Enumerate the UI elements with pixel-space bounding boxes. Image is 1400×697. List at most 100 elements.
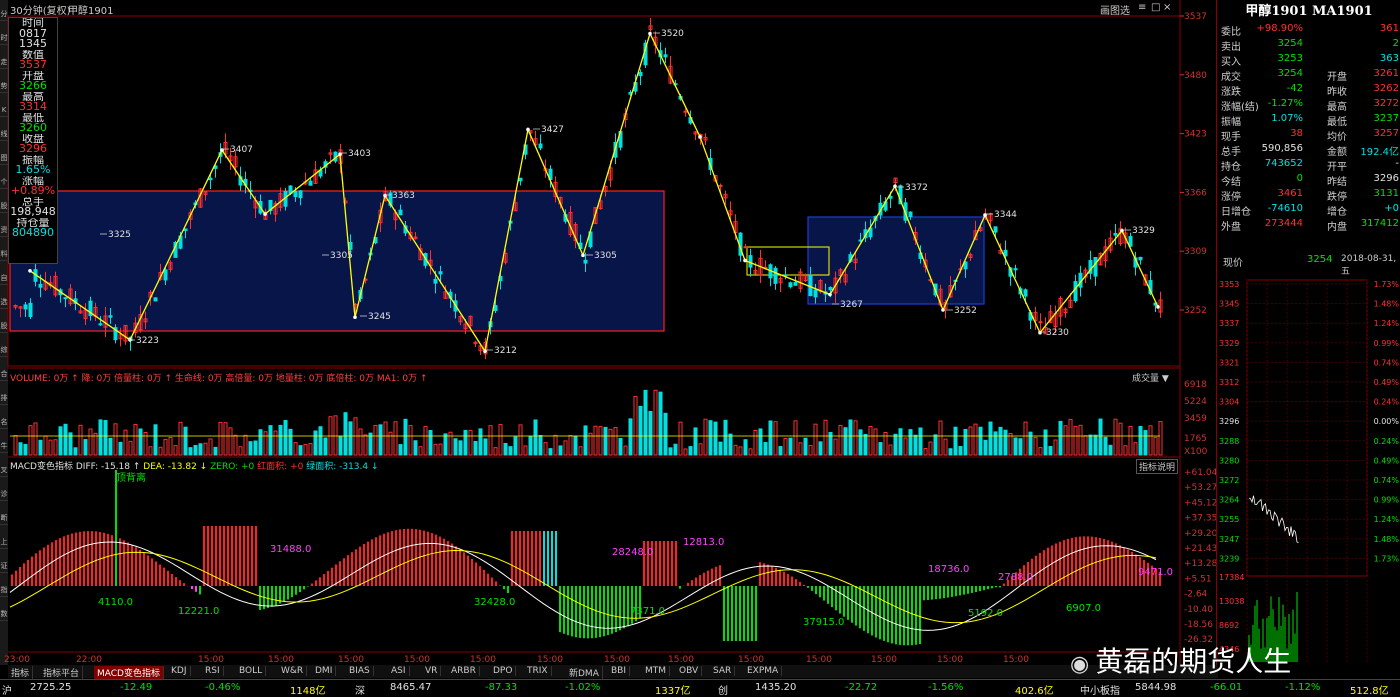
volume-bar — [533, 419, 538, 456]
pivot-dot — [263, 212, 267, 216]
num-label: 数值 — [22, 49, 44, 60]
quote-label-2: 内盘 — [1327, 222, 1347, 233]
zx-value: 5844.98 — [1135, 682, 1177, 693]
time-axis-label: 15:00 — [604, 655, 630, 665]
volume-bar — [433, 443, 438, 456]
indicator-tab[interactable]: ARBR — [448, 666, 480, 676]
mini-pct-label: 1.48% — [1374, 300, 1400, 309]
price-mark-label: 3372 — [905, 183, 928, 193]
volume-bar — [128, 440, 133, 456]
kline-chart[interactable]: 3537 3480 3423 3366 3309 3252 6918 5224 3459 1765… — [0, 0, 1216, 665]
volume-bar — [948, 448, 953, 456]
indicator-tab[interactable]: SAR — [710, 666, 736, 676]
indicator-tab[interactable]: 新DMA — [566, 666, 603, 679]
volume-bar — [798, 442, 803, 456]
macd-name: MACD变色指标 — [10, 462, 73, 472]
volume-bar — [1098, 418, 1103, 456]
amp-value: 1.65% — [15, 165, 51, 176]
candle-body — [638, 71, 643, 77]
indicator-tab[interactable]: DMI — [312, 666, 337, 676]
price-mark-label: 3267 — [840, 300, 863, 310]
indicator-tab[interactable]: W&R — [278, 666, 308, 676]
indicator-tab[interactable]: TRIX — [524, 666, 552, 676]
volume-bar — [73, 447, 78, 456]
volume-bar — [113, 423, 118, 456]
volume-bar — [713, 421, 718, 456]
volume-bar — [398, 444, 403, 456]
intraday-minichart[interactable]: 3353 1.73% 3345 1.48% 3337 1.24% 3329 0.99% 3321… — [1217, 272, 1400, 665]
macd-annotation: 18736.0 — [928, 564, 969, 575]
volume-bar — [228, 427, 233, 456]
indicator-tab[interactable]: DPO — [490, 666, 517, 676]
indicator-tab[interactable]: KDJ — [168, 666, 191, 676]
quote-label: 日增仓 — [1221, 207, 1251, 218]
indicator-tab[interactable]: EXPMA — [744, 666, 783, 676]
candle-body — [1113, 233, 1118, 236]
candle-body — [153, 297, 158, 302]
mini-price-label: 3247 — [1219, 535, 1239, 544]
indicator-tab[interactable]: MACD变色指标 — [94, 666, 164, 679]
mini-pct-label: 0.24% — [1374, 398, 1400, 407]
pivot-dot — [893, 184, 897, 189]
indicator-tab[interactable]: BOLL — [236, 666, 267, 676]
volume-bar — [1033, 436, 1038, 456]
volume-bar — [703, 418, 708, 456]
quote-value: -42 — [1286, 83, 1303, 94]
mini-price-label: 3304 — [1219, 398, 1239, 407]
volume-bar — [103, 420, 108, 456]
pivot-dot — [648, 31, 652, 36]
volume-bar — [233, 434, 238, 456]
volume-bar — [493, 447, 498, 456]
time-axis-label: 15:00 — [470, 655, 496, 665]
volume-bar — [733, 444, 738, 456]
indicator-tab[interactable]: MTM — [642, 666, 671, 676]
volume-bar — [898, 428, 903, 456]
volume-bar — [283, 419, 288, 456]
volume-bar — [638, 405, 643, 456]
macd-axis-label: +53.27 — [1184, 483, 1216, 493]
price-axis-label: 3252 — [1184, 306, 1207, 316]
volume-bar — [768, 420, 773, 456]
chg-value: +0.89% — [10, 186, 56, 197]
indicator-tab[interactable]: BBI — [608, 666, 631, 676]
volume-bar — [1108, 444, 1113, 456]
quote-value: 0 — [1296, 173, 1303, 184]
volume-bar — [253, 440, 258, 456]
volume-bar — [553, 434, 558, 456]
indicator-tab[interactable]: ASI — [388, 666, 410, 676]
indicator-tab[interactable]: OBV — [676, 666, 703, 676]
low-value: 3260 — [19, 123, 47, 134]
indicator-tab[interactable]: RSI — [202, 666, 224, 676]
volume-bar — [258, 429, 263, 456]
indicator-help-button[interactable]: 指标说明 — [1136, 459, 1179, 474]
volume-bar — [598, 426, 603, 456]
time-axis-label: 15:00 — [268, 655, 294, 665]
indicator-tab[interactable]: 指标平台 — [40, 666, 84, 679]
pivot-dot — [698, 134, 702, 139]
indicator-tab[interactable]: 指标 — [8, 666, 34, 679]
candle-body — [183, 228, 188, 231]
volume-bar — [1118, 422, 1123, 456]
time-axis-label: 15:00 — [668, 655, 694, 665]
volume-bar — [913, 434, 918, 456]
volume-bar — [783, 437, 788, 456]
volume-select-button[interactable]: 成交量 ▼ — [1132, 371, 1169, 384]
volume-bar — [353, 417, 358, 456]
candle-body — [793, 281, 798, 286]
volume-bar — [1053, 439, 1058, 456]
pivot-dot — [526, 127, 530, 132]
volume-bar — [418, 446, 423, 456]
price-axis-label: 3366 — [1184, 188, 1207, 198]
volume-bar — [188, 447, 193, 456]
indicator-tab[interactable]: BIAS — [346, 666, 374, 676]
volume-bar — [458, 440, 463, 456]
mini-pct-label: 0.99% — [1374, 339, 1400, 348]
volume-bar — [728, 433, 733, 456]
volume-bar — [588, 432, 593, 456]
quote-label: 振幅 — [1221, 117, 1241, 128]
quote-label-2: 跌停 — [1327, 192, 1347, 203]
volume-bar — [663, 412, 668, 456]
price-mark-label: 3363 — [392, 191, 415, 201]
indicator-tab[interactable]: VR — [422, 666, 442, 676]
volume-bar — [48, 439, 53, 456]
